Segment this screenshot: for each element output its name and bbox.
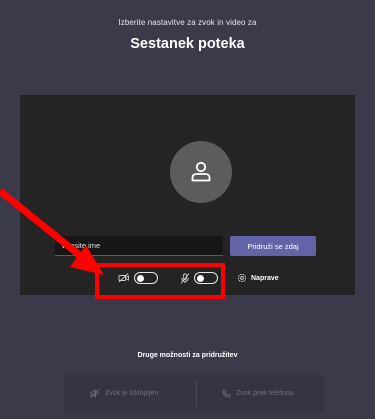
other-options-title: Druge možnosti za pridružitev (137, 352, 238, 359)
phone-audio-option[interactable]: Zvok prek telefona (222, 389, 294, 398)
phone-icon (222, 389, 231, 398)
speaker-off-icon (90, 389, 100, 398)
options-divider (196, 381, 197, 407)
phone-audio-label: Zvok prek telefona (236, 390, 294, 397)
audio-off-label: Zvok je izklopljen (105, 390, 159, 397)
audio-off-option[interactable]: Zvok je izklopljen (90, 389, 158, 398)
